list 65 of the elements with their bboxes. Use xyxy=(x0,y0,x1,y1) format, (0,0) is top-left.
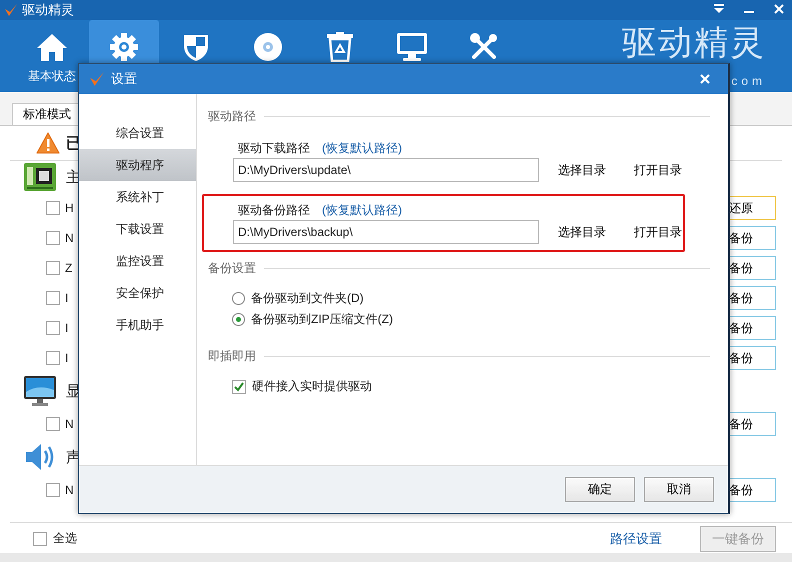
logo-suffix: com xyxy=(731,74,766,88)
speaker-icon xyxy=(24,442,56,472)
checkbox[interactable] xyxy=(46,201,60,215)
cancel-button[interactable]: 取消 xyxy=(644,477,714,502)
choose-folder-button[interactable]: 选择目录 xyxy=(557,162,607,178)
home-icon xyxy=(36,32,68,62)
checkbox[interactable] xyxy=(232,380,246,394)
device-category: 显 xyxy=(66,382,81,400)
warning-icon xyxy=(36,132,60,154)
path-field[interactable]: D:\MyDrivers\backup\ xyxy=(233,220,539,244)
device-name: N xyxy=(65,417,74,431)
monitor-icon xyxy=(396,32,428,62)
device-name: I xyxy=(65,291,68,305)
checkbox[interactable] xyxy=(46,417,60,431)
shield-icon xyxy=(182,32,210,62)
settings-nav-item[interactable]: 下载设置 xyxy=(79,213,196,245)
checkbox[interactable] xyxy=(46,231,60,245)
radio-button[interactable] xyxy=(232,313,245,326)
checkbox[interactable] xyxy=(46,351,60,365)
section-title: 即插即用 xyxy=(208,348,256,364)
monitor-icon xyxy=(24,376,56,406)
dialog-title: 设置 xyxy=(111,70,138,88)
device-name: I xyxy=(65,351,68,365)
settings-nav-item[interactable]: 系统补丁 xyxy=(79,181,196,213)
ok-button[interactable]: 确定 xyxy=(565,477,635,502)
section-title: 备份设置 xyxy=(208,260,256,276)
logo-icon xyxy=(89,71,105,87)
checkbox[interactable] xyxy=(33,532,47,546)
path-label: 驱动备份路径 xyxy=(238,202,310,218)
path-field[interactable]: D:\MyDrivers\update\ xyxy=(233,158,539,182)
radio-button[interactable] xyxy=(232,292,245,305)
settings-nav-item[interactable]: 监控设置 xyxy=(79,245,196,277)
option-label: 备份驱动到ZIP压缩文件(Z) xyxy=(251,311,393,328)
reset-path-link[interactable]: (恢复默认路径) xyxy=(322,202,402,218)
select-all-label: 全选 xyxy=(53,530,77,547)
disc-icon xyxy=(253,32,283,62)
device-name: N xyxy=(65,231,74,245)
path-settings-link[interactable]: 路径设置 xyxy=(610,530,662,548)
gear-icon xyxy=(109,32,139,62)
motherboard-icon xyxy=(24,163,56,191)
settings-nav-item[interactable]: 手机助手 xyxy=(79,309,196,341)
choose-folder-button[interactable]: 选择目录 xyxy=(557,224,607,240)
option-label: 硬件接入实时提供驱动 xyxy=(252,378,372,395)
path-label: 驱动下载路径 xyxy=(238,140,310,156)
option-label: 备份驱动到文件夹(D) xyxy=(251,290,364,307)
settings-nav-item[interactable]: 安全保护 xyxy=(79,277,196,309)
tools-icon xyxy=(469,32,499,62)
settings-nav-item[interactable]: 综合设置 xyxy=(79,117,196,149)
logo: 驱动精灵 xyxy=(622,24,766,62)
open-folder-button[interactable]: 打开目录 xyxy=(633,162,683,178)
checkbox[interactable] xyxy=(46,261,60,275)
checkbox[interactable] xyxy=(46,291,60,305)
device-name: Z xyxy=(65,261,72,275)
device-name: H xyxy=(65,201,74,215)
settings-nav-item[interactable]: 驱动程序 xyxy=(79,149,196,181)
toolbar-tab[interactable]: 基本状态 xyxy=(17,20,87,92)
section-title: 驱动路径 xyxy=(208,108,256,124)
device-name: N xyxy=(65,483,74,497)
checkbox[interactable] xyxy=(46,483,60,497)
open-folder-button[interactable]: 打开目录 xyxy=(633,224,683,240)
checkbox[interactable] xyxy=(46,321,60,335)
device-name: I xyxy=(65,321,68,335)
logo-icon xyxy=(4,3,18,17)
reset-path-link[interactable]: (恢复默认路径) xyxy=(322,140,402,156)
window-title: 驱动精灵 xyxy=(22,1,75,19)
